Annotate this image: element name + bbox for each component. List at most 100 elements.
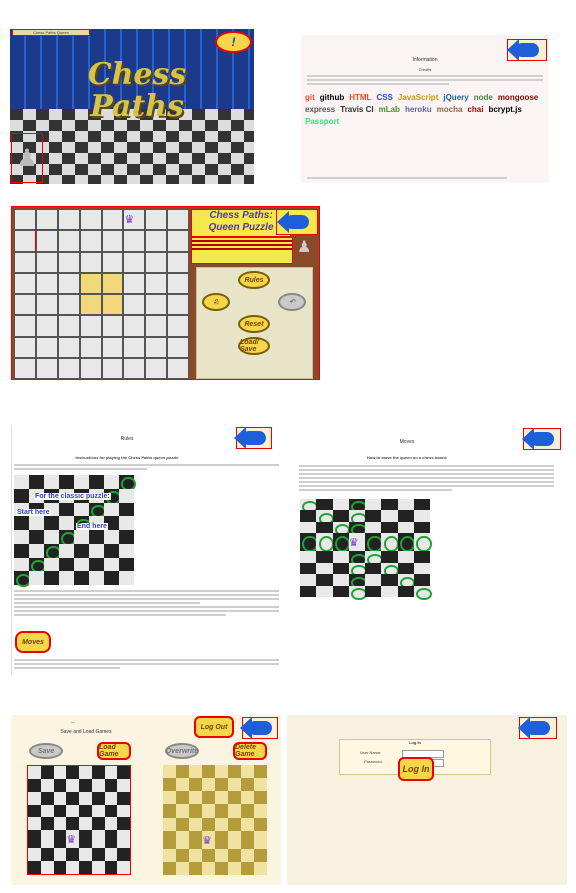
- delete-game-button[interactable]: Delete Game: [233, 742, 267, 760]
- board-square[interactable]: [57, 315, 80, 337]
- logo-html: HTML: [349, 93, 372, 102]
- board-square[interactable]: [145, 251, 168, 273]
- board-square[interactable]: [145, 272, 168, 294]
- board-square[interactable]: ♛: [123, 209, 146, 231]
- reset-button[interactable]: Reset: [238, 315, 270, 333]
- board-square[interactable]: [167, 357, 189, 379]
- board-square[interactable]: [123, 294, 146, 316]
- board-square[interactable]: [123, 251, 146, 273]
- board-square[interactable]: [57, 336, 80, 358]
- saved-game-board-2[interactable]: ♛: [163, 765, 267, 875]
- login-button[interactable]: Log In: [398, 757, 434, 781]
- board-square: [40, 861, 54, 874]
- board-square[interactable]: [57, 209, 80, 231]
- game-back-button[interactable]: [276, 209, 318, 235]
- board-square: [300, 499, 318, 514]
- board-square[interactable]: [79, 336, 102, 358]
- board-square: [348, 521, 367, 537]
- board-square: [104, 778, 118, 792]
- board-square[interactable]: [79, 294, 102, 316]
- board-square[interactable]: [14, 357, 36, 379]
- board-square[interactable]: [34, 229, 59, 253]
- board-square[interactable]: [57, 251, 80, 273]
- board-square[interactable]: [35, 336, 58, 358]
- board-square[interactable]: [101, 272, 124, 294]
- board-square[interactable]: [167, 209, 189, 231]
- board-square[interactable]: [101, 315, 124, 337]
- board-square[interactable]: [57, 230, 80, 252]
- board-square[interactable]: [79, 230, 102, 252]
- board-square[interactable]: [123, 230, 146, 252]
- move-target-ring: [416, 535, 432, 553]
- board-square[interactable]: [35, 315, 58, 337]
- load-save-button[interactable]: Load/ Save: [238, 337, 270, 355]
- back-button[interactable]: [507, 39, 547, 61]
- rules-button[interactable]: Rules: [238, 271, 270, 289]
- board-square[interactable]: [145, 230, 168, 252]
- board-square[interactable]: [123, 357, 146, 379]
- pawn-piece[interactable]: ♟: [11, 133, 43, 183]
- rules-back-button[interactable]: [234, 427, 272, 449]
- board-square[interactable]: [35, 251, 58, 273]
- board-square[interactable]: [57, 357, 80, 379]
- moves-button[interactable]: Moves: [15, 631, 51, 653]
- board-square: [332, 510, 349, 522]
- board-square[interactable]: [14, 294, 36, 316]
- board-square: [89, 557, 104, 572]
- board-square[interactable]: [123, 336, 146, 358]
- board-square[interactable]: [79, 357, 102, 379]
- board-square[interactable]: [14, 251, 36, 273]
- moves-back-button[interactable]: [522, 428, 561, 450]
- overwrite-button[interactable]: Overwrite: [165, 743, 199, 759]
- load-game-button[interactable]: Load Game: [97, 742, 131, 760]
- board-square[interactable]: [14, 209, 36, 231]
- board-square[interactable]: [101, 357, 124, 379]
- board-square[interactable]: [35, 209, 58, 231]
- board-square[interactable]: [123, 272, 146, 294]
- board-square[interactable]: [79, 209, 102, 231]
- board-square[interactable]: [145, 209, 168, 231]
- board-square[interactable]: [123, 315, 146, 337]
- board-square[interactable]: [167, 230, 189, 252]
- board-square[interactable]: [35, 294, 58, 316]
- save-load-back-button[interactable]: [240, 717, 278, 739]
- game-board[interactable]: ♛: [14, 209, 189, 379]
- board-square[interactable]: [145, 294, 168, 316]
- board-square[interactable]: [14, 272, 36, 294]
- hint-button[interactable]: ♘: [202, 293, 230, 311]
- info-button[interactable]: !: [215, 31, 252, 53]
- board-square[interactable]: [167, 336, 189, 358]
- saved-game-board-1[interactable]: ♛: [27, 765, 131, 875]
- board-square[interactable]: [79, 315, 102, 337]
- board-square[interactable]: [14, 230, 36, 252]
- logout-button[interactable]: Log Out: [194, 716, 234, 738]
- board-square[interactable]: [101, 209, 124, 231]
- board-square[interactable]: [101, 251, 124, 273]
- board-square: [413, 533, 432, 553]
- board-square[interactable]: [167, 272, 189, 294]
- board-square[interactable]: [14, 315, 36, 337]
- board-square[interactable]: [57, 294, 80, 316]
- board-square[interactable]: [167, 294, 189, 316]
- board-square[interactable]: [145, 357, 168, 379]
- board-square[interactable]: [167, 315, 189, 337]
- login-back-button[interactable]: [518, 717, 557, 739]
- board-square[interactable]: [79, 272, 102, 294]
- board-square[interactable]: [101, 336, 124, 358]
- board-square[interactable]: [79, 251, 102, 273]
- board-square: [104, 804, 118, 818]
- board-square: [119, 516, 134, 530]
- board-square[interactable]: [14, 336, 36, 358]
- board-square: [91, 804, 105, 818]
- board-square[interactable]: [101, 294, 124, 316]
- save-button[interactable]: Save: [29, 743, 63, 759]
- board-square[interactable]: [167, 251, 189, 273]
- board-square[interactable]: [145, 315, 168, 337]
- board-square[interactable]: [101, 230, 124, 252]
- logo-jquery: jQuery: [443, 93, 469, 102]
- undo-button[interactable]: ↶: [278, 293, 306, 311]
- board-square[interactable]: [57, 272, 80, 294]
- board-square[interactable]: [35, 357, 58, 379]
- board-square[interactable]: [35, 272, 58, 294]
- board-square[interactable]: [145, 336, 168, 358]
